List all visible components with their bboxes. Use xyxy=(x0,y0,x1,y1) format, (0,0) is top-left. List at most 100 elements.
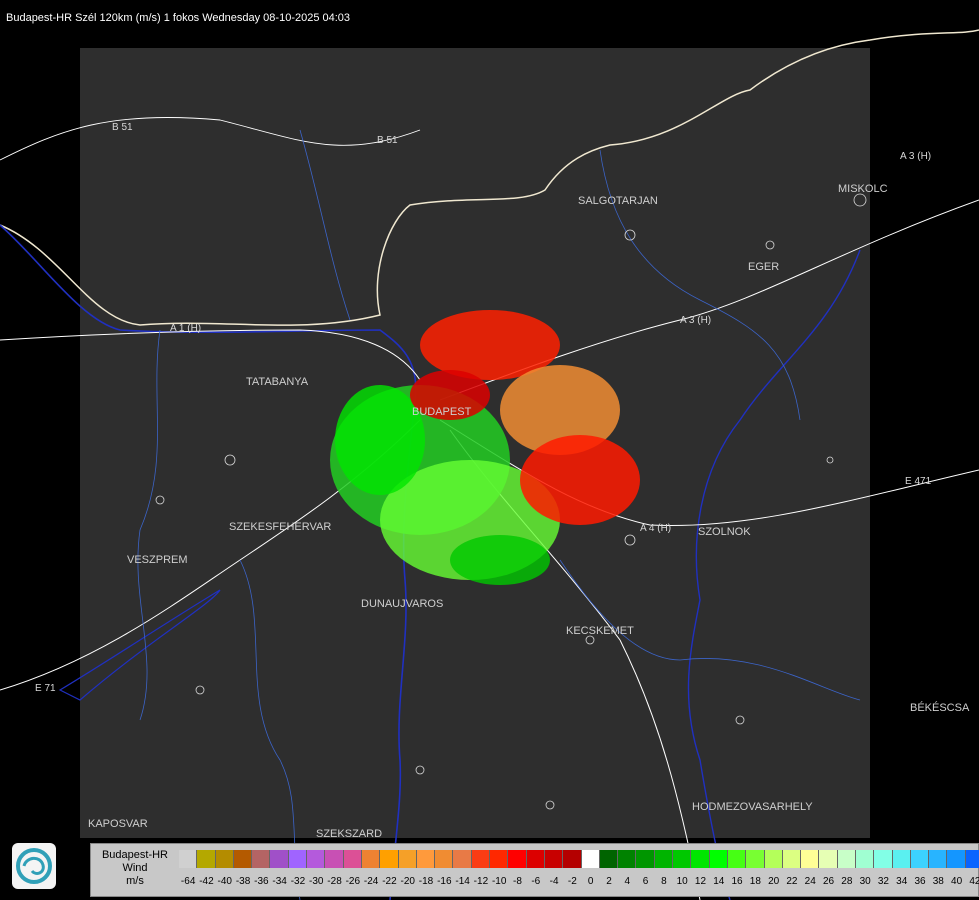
legend-tick: -34 xyxy=(272,876,287,887)
city-label: KECSKEMET xyxy=(566,625,634,637)
legend-swatch xyxy=(691,850,710,868)
legend-swatch xyxy=(508,850,527,868)
legend-swatch xyxy=(910,850,930,868)
legend-swatch xyxy=(874,850,893,868)
legend-swatch xyxy=(325,850,344,868)
legend-site: Budapest-HR xyxy=(101,849,169,861)
city-label: SZEKESFEHERVAR xyxy=(229,521,332,533)
legend-tick: 6 xyxy=(642,876,649,887)
city-label: SZOLNOK xyxy=(698,526,751,538)
legend-swatch xyxy=(453,850,472,868)
legend-unit: m/s xyxy=(126,875,144,887)
legend-swatch xyxy=(618,850,637,868)
swirl-logo-icon xyxy=(16,848,52,884)
legend-tick: 36 xyxy=(914,876,926,887)
legend-swatch xyxy=(819,850,838,868)
legend-tick: -32 xyxy=(290,876,306,887)
met-service-logo xyxy=(12,843,56,889)
legend-swatch xyxy=(746,850,765,868)
legend-tick: 34 xyxy=(896,876,908,887)
legend-ticks: -64 -42 -40 -38 -36 -34 -32 -30 -28 -26 -24 -22 -20-… xyxy=(179,876,979,890)
legend-swatch xyxy=(764,850,783,868)
legend-swatch xyxy=(673,850,692,868)
legend-tick: -4 xyxy=(549,876,559,887)
city-label: HODMEZOVASARHELY xyxy=(692,801,813,813)
legend-tick: 18 xyxy=(749,876,761,887)
city-label: MISKOLC xyxy=(838,183,888,195)
legend-tick: -42 xyxy=(199,876,214,887)
legend-tick: -10 xyxy=(491,876,507,887)
legend-swatch xyxy=(307,850,326,868)
legend-tick: -26 xyxy=(345,876,361,887)
legend-tick: -28 xyxy=(327,876,342,887)
color-legend: Budapest-HR Wind m/s -64 -42 -40 -38 -36 -34-… xyxy=(90,843,979,897)
legend-title: Budapest-HR Wind m/s xyxy=(91,844,179,888)
legend-swatch xyxy=(343,850,362,868)
legend-tick: -22 xyxy=(382,876,397,887)
legend-product: Wind xyxy=(122,862,148,874)
legend-tick: 16 xyxy=(731,876,743,887)
legend-tick: -14 xyxy=(455,876,470,887)
legend-swatch xyxy=(471,850,491,868)
legend-tick: 38 xyxy=(932,876,944,887)
legend-tick: 42 xyxy=(969,876,979,887)
legend-tick: 24 xyxy=(804,876,816,887)
legend-tick: 14 xyxy=(713,876,725,887)
legend-swatch xyxy=(435,850,454,868)
legend-swatch xyxy=(599,850,619,868)
legend-tick: -18 xyxy=(418,876,434,887)
legend-tick: 32 xyxy=(877,876,889,887)
road-label: A 3 (H) xyxy=(900,151,932,162)
legend-tick: 2 xyxy=(606,876,612,887)
legend-swatches xyxy=(179,850,979,868)
city-label: BUDAPEST xyxy=(412,406,472,418)
legend-swatch xyxy=(855,850,875,868)
city-label: DUNAUJVAROS xyxy=(361,598,444,610)
legend-swatch xyxy=(380,850,399,868)
legend-tick: -30 xyxy=(309,876,324,887)
city-label: EGER xyxy=(748,261,780,273)
legend-tick: -6 xyxy=(531,876,541,887)
legend-swatch xyxy=(727,850,747,868)
legend-tick: -36 xyxy=(254,876,269,887)
legend-swatch xyxy=(544,850,564,868)
road-label: A 3 (H) xyxy=(680,315,712,326)
legend-tick: 12 xyxy=(694,876,707,887)
legend-swatch xyxy=(233,850,253,868)
legend-tick: 0 xyxy=(587,876,594,887)
city-label: BÉKÉSCSA xyxy=(910,702,970,714)
legend-tick: -20 xyxy=(400,876,415,887)
legend-tick: -38 xyxy=(235,876,251,887)
legend-swatch xyxy=(837,850,856,868)
legend-swatch xyxy=(636,850,655,868)
legend-swatch xyxy=(252,850,271,868)
legend-swatch xyxy=(965,850,979,868)
road-label: B 51 xyxy=(112,122,133,133)
legend-tick: 10 xyxy=(676,876,688,887)
city-label: VESZPREM xyxy=(127,554,188,566)
legend-tick: 40 xyxy=(951,876,963,887)
legend-swatch xyxy=(179,850,198,868)
legend-swatch xyxy=(398,850,417,868)
road-label: A 1 (H) xyxy=(170,323,202,334)
legend-swatch xyxy=(581,850,600,868)
legend-swatch xyxy=(709,850,728,868)
legend-swatch xyxy=(270,850,289,868)
road-label: E 471 xyxy=(905,476,932,487)
legend-swatch xyxy=(416,850,436,868)
legend-tick: 30 xyxy=(859,876,871,887)
city-label: SALGOTARJAN xyxy=(578,195,658,207)
legend-swatch xyxy=(782,850,802,868)
road-label: B 51 xyxy=(377,135,398,146)
legend-tick: -8 xyxy=(513,876,522,887)
legend-swatch xyxy=(197,850,216,868)
road-label: E 71 xyxy=(35,683,56,694)
legend-swatch xyxy=(929,850,948,868)
legend-tick: -12 xyxy=(473,876,489,887)
legend-tick: -24 xyxy=(363,876,379,887)
legend-swatch xyxy=(526,850,545,868)
legend-tick: -16 xyxy=(437,876,452,887)
legend-swatch xyxy=(801,850,820,868)
legend-tick: 8 xyxy=(661,876,667,887)
legend-tick: 22 xyxy=(786,876,798,887)
